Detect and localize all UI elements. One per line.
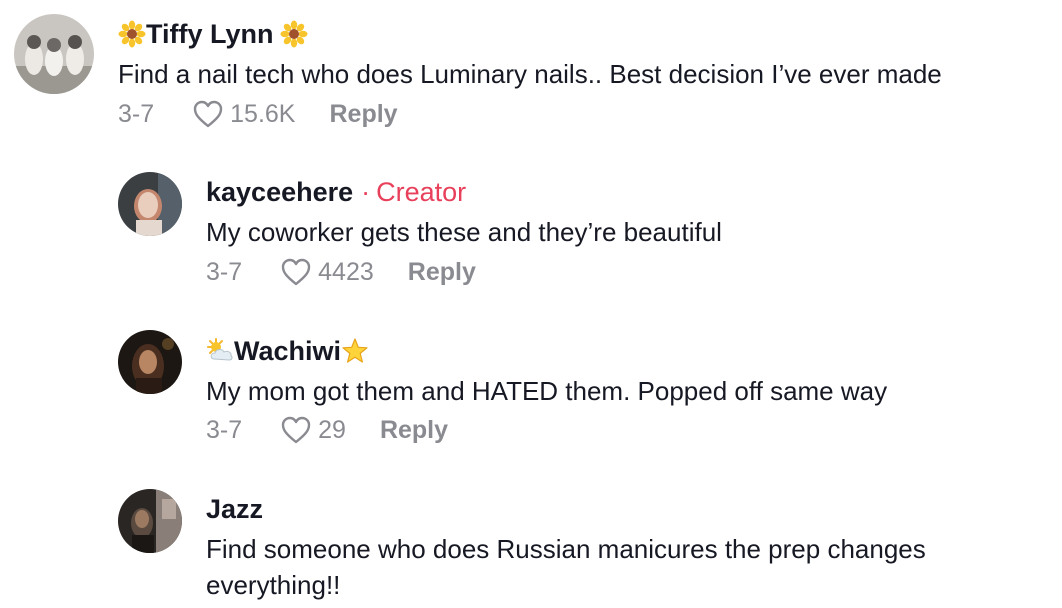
reply-button[interactable]: Reply (329, 100, 397, 129)
like-button[interactable]: 15.6K (192, 99, 295, 129)
comment-date: 3-7 (206, 415, 243, 444)
avatar[interactable] (118, 330, 182, 394)
sunflower-emoji-icon (118, 20, 146, 48)
comment-meta: 3-7 15.6K Reply (118, 96, 398, 132)
avatar[interactable] (14, 14, 94, 94)
comment-date: 3-7 (118, 99, 155, 128)
comment-text-line: Find someone who does Russian manicures … (206, 534, 926, 564)
comment-date: 3-7 (206, 257, 243, 286)
heart-icon (281, 258, 311, 286)
creator-badge: · Creator (361, 177, 466, 208)
username-label: Wachiwi (234, 335, 342, 366)
username-label: kayceehere (206, 176, 354, 207)
comment-text: My mom got them and HATED them. Popped o… (206, 376, 888, 406)
like-button[interactable]: 29 (280, 415, 346, 445)
avatar[interactable] (118, 172, 182, 236)
avatar[interactable] (118, 489, 182, 553)
username[interactable]: Tiffy Lynn (118, 16, 308, 52)
comment-text: Find someone who does Russian manicures … (206, 531, 926, 603)
comment-meta: 3-7 4423 Reply (206, 254, 476, 290)
reply-button[interactable]: Reply (408, 258, 476, 287)
creator-label: Creator (376, 176, 467, 207)
like-count: 29 (318, 415, 346, 444)
like-count: 4423 (318, 257, 374, 286)
sunflower-emoji-icon (280, 20, 307, 48)
username[interactable]: kayceehere · Creator (206, 174, 466, 210)
creator-separator: · (361, 176, 371, 207)
heart-icon (193, 100, 223, 128)
username[interactable]: Wachiwi (206, 333, 369, 369)
comment-text: My coworker gets these and they’re beaut… (206, 217, 722, 247)
comment-text: Find a nail tech who does Luminary nails… (118, 59, 942, 89)
heart-icon (281, 416, 311, 444)
comment-text-line: everything!! (206, 570, 341, 600)
reply-button[interactable]: Reply (380, 416, 448, 445)
like-button[interactable]: 4423 (280, 257, 374, 287)
star-emoji-icon (342, 338, 368, 363)
sun-behind-cloud-emoji-icon (207, 338, 233, 361)
comment-meta: 3-7 29 Reply (206, 412, 448, 448)
username-label: Tiffy Lynn (146, 18, 274, 49)
like-count: 15.6K (230, 99, 296, 128)
username[interactable]: Jazz (206, 491, 263, 527)
